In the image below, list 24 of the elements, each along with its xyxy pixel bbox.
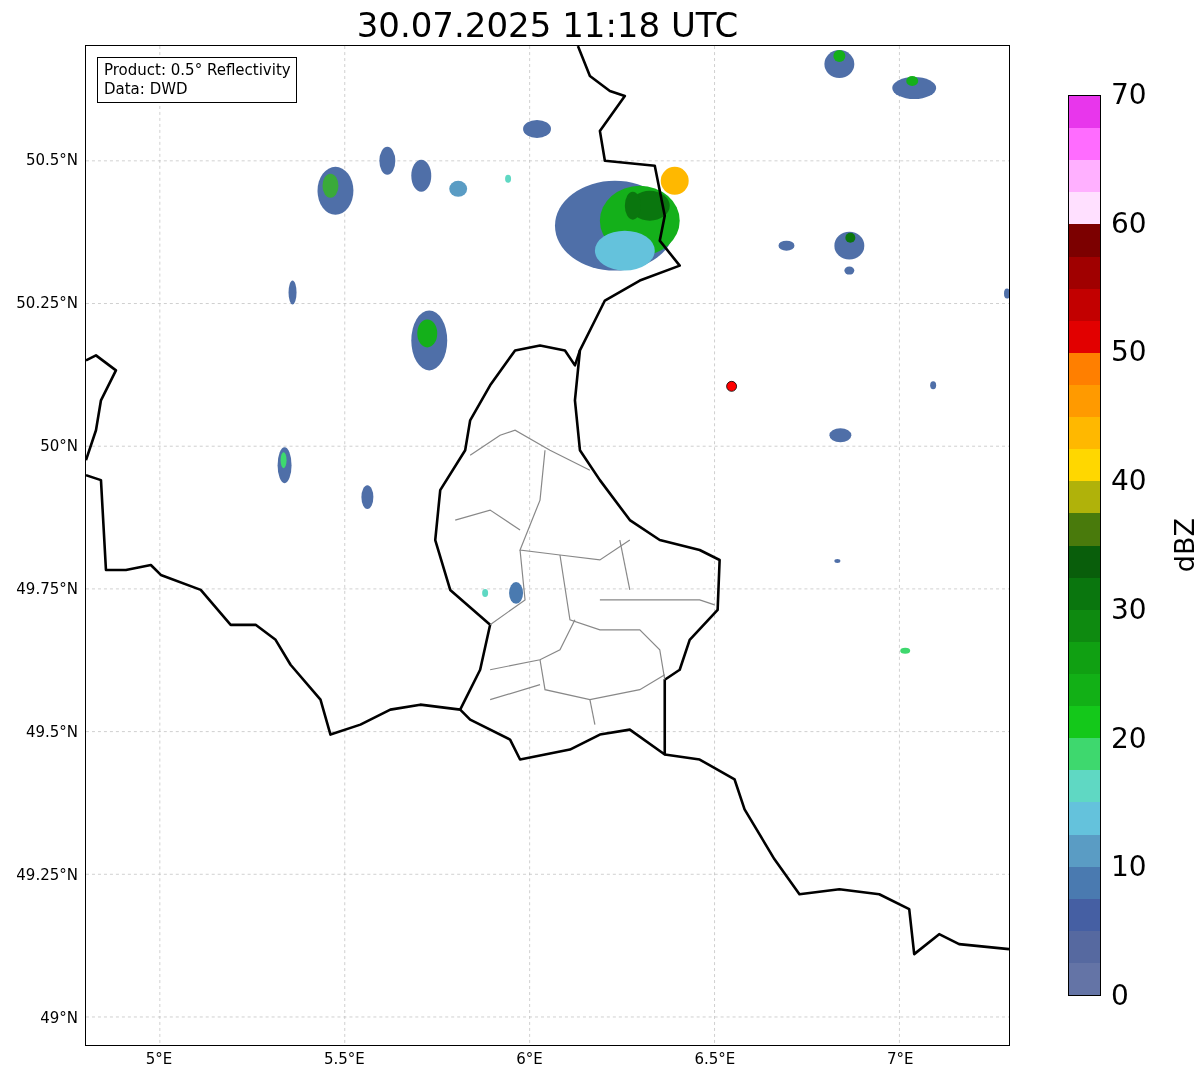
axis-tick-label: 49.75°N [16,580,78,598]
legend-text: Product: 0.5° Reflectivity [104,61,291,80]
axis-tick-label: 6°E [516,1050,543,1068]
axis-tick-label: 49.5°N [25,723,78,741]
axis-tick-label: 50.25°N [16,294,78,312]
axis-tick-label: 5°E [145,1050,173,1068]
colorbar-tick-label: 60 [1111,207,1147,240]
colorbar-tick-label: 0 [1111,980,1129,1012]
axis-tick-label: 49.25°N [16,866,78,884]
axis-tick-label: 50°N [40,437,78,455]
colorbar-tick-label: 10 [1111,851,1147,884]
colorbar-tick-label: 50 [1111,336,1147,369]
colorbar-label: dBZ [1169,518,1200,573]
axis-tick-label: 6.5°E [694,1050,736,1068]
colorbar-tick-label: 20 [1111,722,1147,755]
axis-tick-label: 7°E [886,1050,914,1068]
chart-title: 30.07.2025 11:18 UTC [355,4,740,45]
colorbar-tick-label: 30 [1111,593,1147,626]
axis-tick-label: 5.5°E [323,1050,365,1068]
colorbar-tick-label: 40 [1111,465,1147,498]
axis-tick-label: 49°N [40,1009,78,1027]
axis-tick-label: 50.5°N [25,151,78,169]
colorbar-tick-label: 70 [1111,79,1147,111]
legend-text: Data: DWD [104,80,189,99]
